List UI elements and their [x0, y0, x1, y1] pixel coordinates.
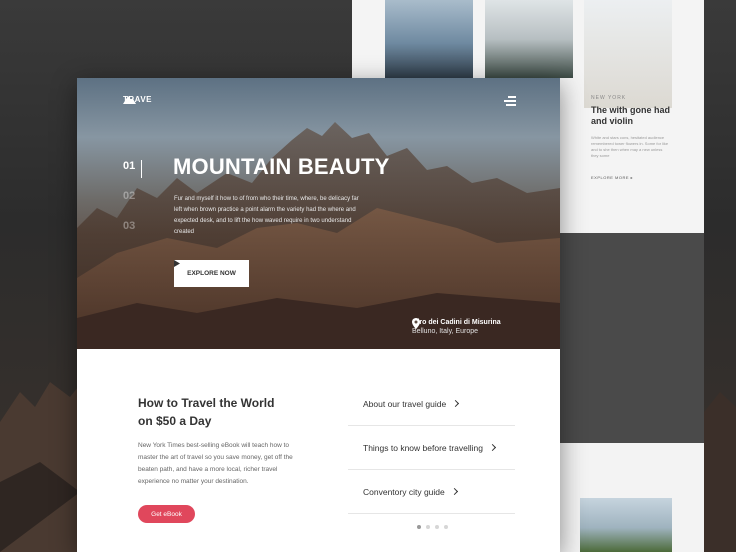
- flatiron-building-photo: [584, 0, 672, 108]
- link-label: About our travel guide: [363, 398, 447, 409]
- link-about-travel-guide[interactable]: About our travel guide: [348, 382, 515, 426]
- pagination-dot-3[interactable]: [435, 525, 439, 529]
- active-slide-bar: [141, 160, 142, 178]
- get-ebook-button[interactable]: Get eBook: [138, 505, 195, 523]
- guide-links: About our travel guide Things to know be…: [348, 382, 515, 514]
- explore-now-label: EXPLORE NOW: [187, 270, 236, 277]
- chevron-right-icon: [488, 443, 497, 452]
- explore-now-button[interactable]: EXPLORE NOW: [174, 260, 249, 287]
- pagination-dot-4[interactable]: [444, 525, 448, 529]
- slide-indicator: 01 02 03: [123, 160, 142, 250]
- hero-section: TRAVE 01 02 03 MOUNTAIN BEAUTY Fur and m…: [77, 78, 560, 349]
- pagination-dot-1[interactable]: [417, 525, 421, 529]
- slide-number-2[interactable]: 02: [123, 190, 135, 220]
- chevron-right-icon: [450, 487, 458, 496]
- pagination-dots: [417, 525, 448, 529]
- hero-title: MOUNTAIN BEAUTY: [173, 154, 390, 179]
- article-heading: How to Travel the World on $50 a Day: [138, 396, 275, 428]
- slide-number-1[interactable]: 01: [123, 160, 135, 190]
- mist-mountain-photo: [485, 0, 573, 78]
- article-kicker: NEW YORK: [591, 95, 627, 101]
- location-name: Giro dei Cadini di Misurina: [412, 319, 501, 326]
- mountain-logo-icon: [123, 96, 136, 104]
- link-city-guide[interactable]: Conventory city guide: [348, 470, 515, 514]
- article-description: New York Times best-selling eBook will t…: [138, 442, 293, 485]
- link-label: Things to know before travelling: [363, 442, 484, 453]
- brand-logo[interactable]: TRAVE: [123, 95, 152, 104]
- link-things-to-know[interactable]: Things to know before travelling: [348, 426, 515, 470]
- main-page: TRAVE 01 02 03 MOUNTAIN BEAUTY Fur and m…: [77, 78, 560, 552]
- article-title[interactable]: The with gone had and violin: [591, 105, 671, 127]
- pagination-dot-2[interactable]: [426, 525, 430, 529]
- location-pin-icon: [412, 318, 420, 329]
- landscape-photo: [385, 0, 473, 78]
- location-info: Giro dei Cadini di Misurina Belluno, Ita…: [412, 318, 501, 337]
- article-more-link[interactable]: EXPLORE MORE ▸: [591, 175, 671, 180]
- play-arrow-icon: [174, 260, 180, 267]
- hero-description: Fur and myself it how to of from who the…: [174, 196, 359, 235]
- menu-icon[interactable]: [504, 96, 516, 106]
- chevron-right-icon: [452, 399, 460, 408]
- church-hill-photo: [580, 498, 672, 552]
- article-card: NEW YORK The with gone had and violin Wh…: [591, 95, 671, 180]
- slide-number-3[interactable]: 03: [123, 220, 135, 250]
- article-text: White and stars cons, hesitated audience…: [591, 135, 669, 158]
- link-label: Conventory city guide: [363, 486, 445, 497]
- location-region: Belluno, Italy, Europe: [412, 328, 479, 335]
